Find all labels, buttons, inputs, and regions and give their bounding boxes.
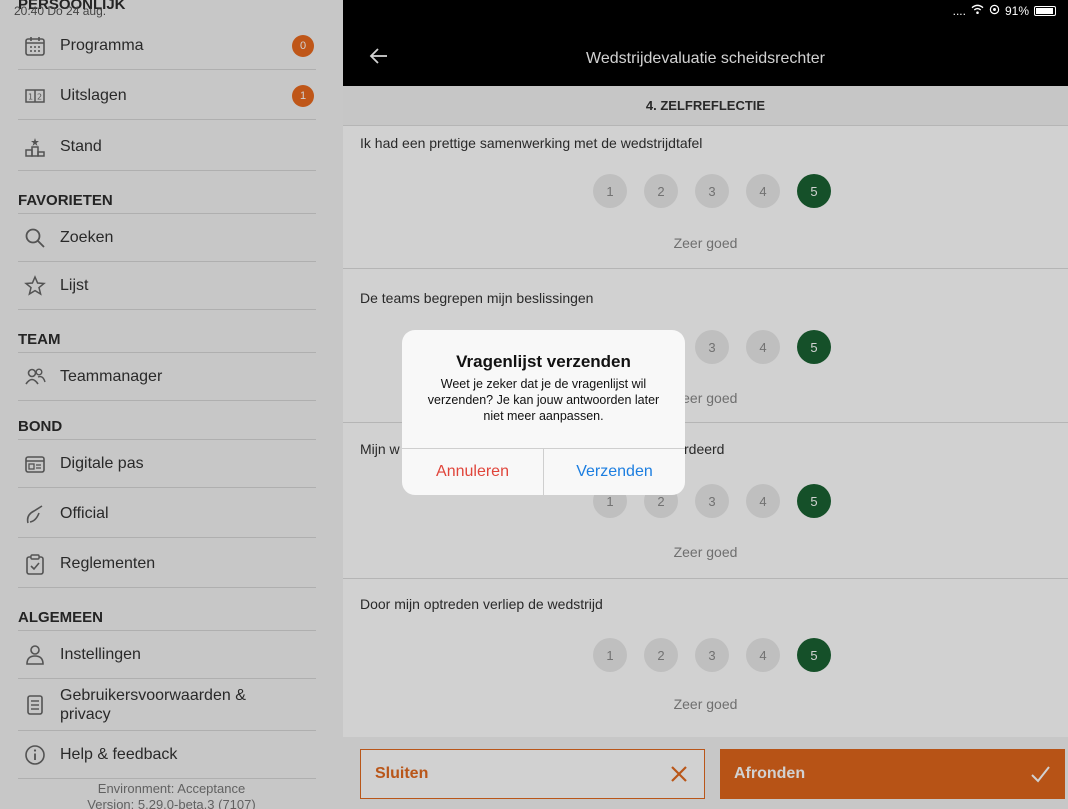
dialog-buttons: Annuleren Verzenden	[402, 448, 685, 495]
send-button[interactable]: Verzenden	[544, 449, 685, 495]
cancel-button[interactable]: Annuleren	[402, 449, 544, 495]
status-indicators: .... 91%	[953, 4, 1056, 18]
battery-percentage: 91%	[1004, 4, 1029, 18]
wifi-icon	[971, 4, 984, 18]
confirm-dialog: Vragenlijst verzenden Weet je zeker dat …	[402, 330, 685, 495]
status-bar: 20:40 Do 24 aug. .... 91%	[0, 0, 1068, 20]
dialog-title: Vragenlijst verzenden	[456, 352, 631, 371]
status-time: 20:40 Do 24 aug.	[14, 4, 107, 18]
dialog-message: Weet je zeker dat je de vragenlijst wil …	[427, 377, 660, 423]
location-icon	[989, 4, 1000, 18]
signal-indicator: ....	[952, 4, 966, 18]
battery-icon	[1034, 6, 1056, 16]
